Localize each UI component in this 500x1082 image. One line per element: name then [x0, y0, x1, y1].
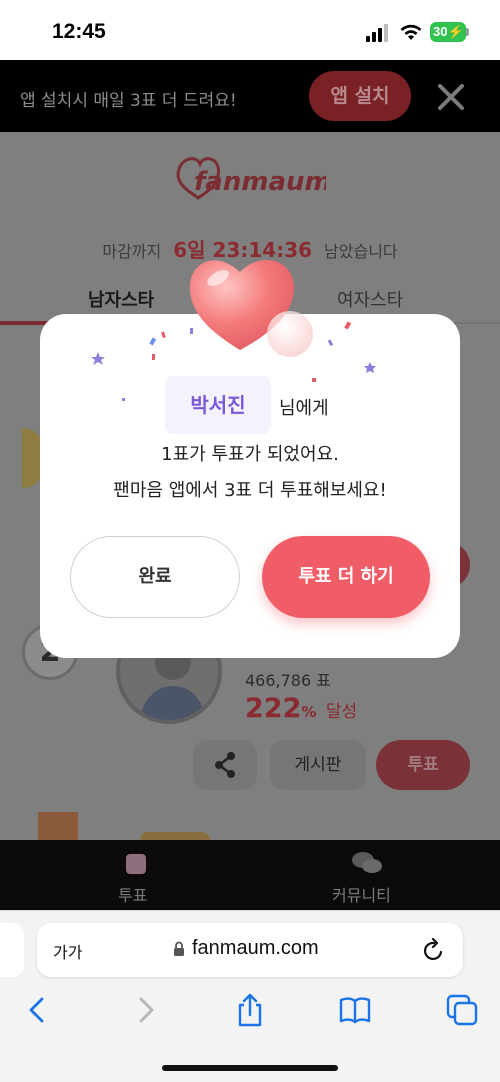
heart-icon	[189, 260, 313, 357]
status-time: 12:45	[52, 20, 106, 43]
reader-text-size-button[interactable]: 가가	[53, 939, 82, 963]
banner-text: 앱 설치시 매일 3표 더 드려요!	[20, 91, 237, 111]
percent-label: 달성	[325, 702, 358, 722]
vote-count: 466,786 표	[245, 671, 331, 690]
app-install-banner: 앱 설치시 매일 3표 더 드려요! 앱 설치	[0, 60, 500, 132]
close-icon[interactable]	[432, 78, 470, 116]
back-icon[interactable]	[21, 993, 55, 1027]
share-sheet-icon[interactable]	[233, 993, 267, 1027]
deadline-suffix: 남았습니다	[324, 242, 398, 261]
home-indicator	[162, 1065, 338, 1071]
battery-tip	[466, 28, 469, 36]
tab-community[interactable]: 커뮤니티	[332, 882, 391, 906]
star-name: 박서진	[165, 376, 271, 434]
app-install-button[interactable]: 앱 설치	[309, 71, 411, 121]
vote-more-button[interactable]: 투표 더 하기	[262, 536, 430, 618]
board-button[interactable]: 게시판	[270, 740, 366, 790]
bottom-tab-bar: 투표 커뮤니티	[0, 840, 500, 910]
achievement-percent: 222% 달성	[245, 693, 357, 724]
wifi-icon	[400, 24, 422, 40]
bookmarks-icon[interactable]	[338, 993, 372, 1027]
reload-icon[interactable]	[421, 936, 447, 964]
battery-level: 30	[433, 24, 448, 39]
app-promo-message: 팬마음 앱에서 3표 더 투표해보세요!	[113, 480, 387, 501]
logo-text: fanmaum	[194, 167, 326, 197]
done-button[interactable]: 완료	[70, 536, 240, 618]
lock-icon	[174, 941, 184, 956]
cellular-signal-icon	[366, 24, 388, 42]
next-avatar-partial	[140, 832, 210, 840]
deadline-prefix: 마감까지	[102, 242, 162, 261]
tab-female-star[interactable]: 여자스타	[337, 286, 403, 312]
vote-complete-message: 1표가 투표가 되었어요.	[161, 444, 339, 465]
tab-vote[interactable]: 투표	[118, 882, 147, 906]
tabs-icon[interactable]	[445, 993, 479, 1027]
tab-male-star[interactable]: 남자스타	[88, 286, 154, 312]
vote-tab-icon	[126, 854, 146, 874]
vote-button[interactable]: 투표	[376, 740, 470, 790]
rank-3-badge	[38, 812, 78, 840]
battery-icon: 30⚡	[430, 22, 466, 42]
share-button[interactable]	[193, 740, 257, 790]
percent-value: 222	[245, 693, 302, 724]
share-icon	[215, 752, 235, 778]
vote-complete-modal: 박서진 님에게 1표가 투표가 되었어요. 팬마음 앱에서 3표 더 투표해보세…	[40, 314, 460, 658]
community-icon	[352, 852, 382, 873]
status-bar: 12:45 30⚡	[0, 0, 500, 60]
previous-tab-preview[interactable]	[0, 923, 24, 977]
url-text: fanmaum.com	[192, 937, 319, 959]
name-suffix: 님에게	[279, 398, 329, 419]
forward-icon[interactable]	[128, 993, 162, 1027]
address-bar[interactable]: 가가 fanmaum.com	[37, 923, 463, 977]
percent-unit: %	[301, 703, 317, 721]
fanmaum-logo: fanmaum	[176, 157, 326, 200]
browser-toolbar: 가가 fanmaum.com	[0, 910, 500, 1082]
